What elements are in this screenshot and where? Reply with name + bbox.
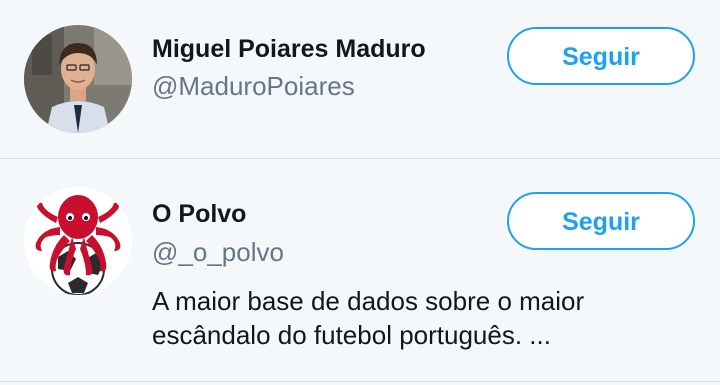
account-list: Miguel Poiares Maduro @MaduroPoiares Seg… [0,0,720,385]
account-name[interactable]: Miguel Poiares Maduro [152,35,426,64]
account-row-miguel-poiares-maduro[interactable]: Miguel Poiares Maduro @MaduroPoiares Seg… [0,0,720,158]
account-row-o-polvo[interactable]: O Polvo @_o_polvo A maior base de dados … [0,159,720,381]
bio-line: A maior base de dados sobre o maior [152,286,585,316]
follow-button[interactable]: Seguir [507,192,695,250]
account-name[interactable]: O Polvo [152,200,246,229]
follow-button[interactable]: Seguir [507,27,695,85]
person-photo-icon [24,25,132,133]
avatar[interactable] [24,25,132,133]
account-bio: A maior base de dados sobre o maior escâ… [152,284,692,352]
avatar[interactable] [24,187,132,295]
account-handle: @_o_polvo [152,237,284,267]
octopus-logo-icon [24,187,132,295]
account-handle: @MaduroPoiares [152,71,355,101]
divider [0,381,720,382]
bio-line: escândalo do futebol português. ... [152,320,551,350]
